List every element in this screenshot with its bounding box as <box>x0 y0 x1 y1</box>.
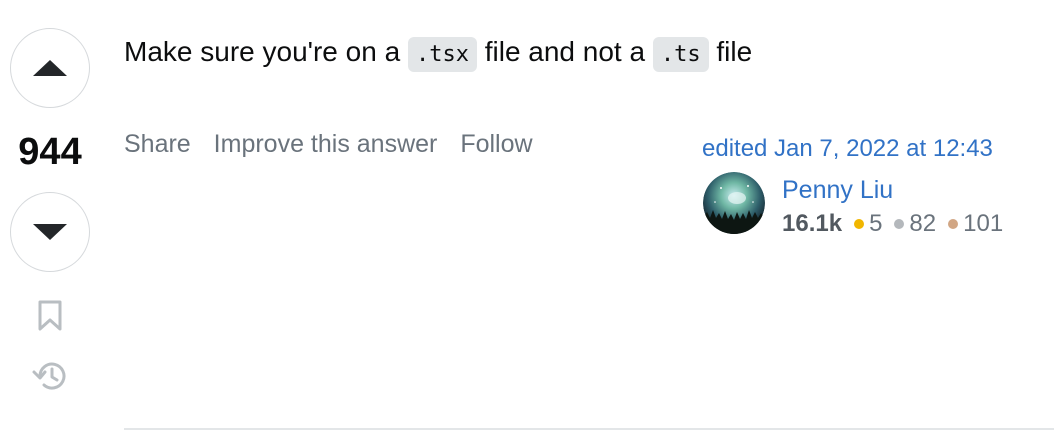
silver-badge: 82 <box>894 207 936 241</box>
bronze-badge-icon <box>948 219 959 229</box>
silver-badge-count: 82 <box>909 210 937 237</box>
edited-link[interactable]: edited Jan 7, 2022 at 12:43 <box>702 132 993 166</box>
post-actions: Share Improve this answer Follow <box>124 126 549 162</box>
downvote-button[interactable] <box>10 192 90 272</box>
bookmark-icon <box>38 300 62 331</box>
user-name-link[interactable]: Penny Liu <box>782 174 893 206</box>
answer-text: file and not a <box>484 36 646 67</box>
bronze-badge: 101 <box>948 207 1003 241</box>
inline-code-tsx: .tsx <box>407 37 477 72</box>
arrow-down-icon <box>33 224 67 240</box>
gold-badge-icon <box>854 219 865 229</box>
reputation-score: 16.1k <box>782 210 843 237</box>
upvote-button[interactable] <box>10 28 90 108</box>
answer-text: file <box>716 36 753 67</box>
answer-body: Make sure you're on a .tsx file and not … <box>124 28 752 79</box>
arrow-up-icon <box>33 60 67 76</box>
gold-badge: 5 <box>854 207 882 241</box>
vote-count: 944 <box>18 131 82 173</box>
follow-link[interactable]: Follow <box>460 130 532 158</box>
avatar[interactable] <box>703 172 765 234</box>
answer-text: Make sure you're on a <box>124 36 401 67</box>
vote-column: 944 <box>0 0 100 432</box>
divider <box>124 428 1054 430</box>
bookmark-button[interactable] <box>30 296 70 336</box>
history-icon <box>32 362 66 390</box>
history-button[interactable] <box>30 356 70 396</box>
inline-code-ts: .ts <box>652 37 709 72</box>
gold-badge-count: 5 <box>869 210 883 237</box>
silver-badge-icon <box>894 219 905 229</box>
share-link[interactable]: Share <box>124 130 191 158</box>
bronze-badge-count: 101 <box>963 210 1004 237</box>
improve-answer-link[interactable]: Improve this answer <box>214 130 438 158</box>
user-reputation: 16.1k 5 82 101 <box>782 207 1015 241</box>
